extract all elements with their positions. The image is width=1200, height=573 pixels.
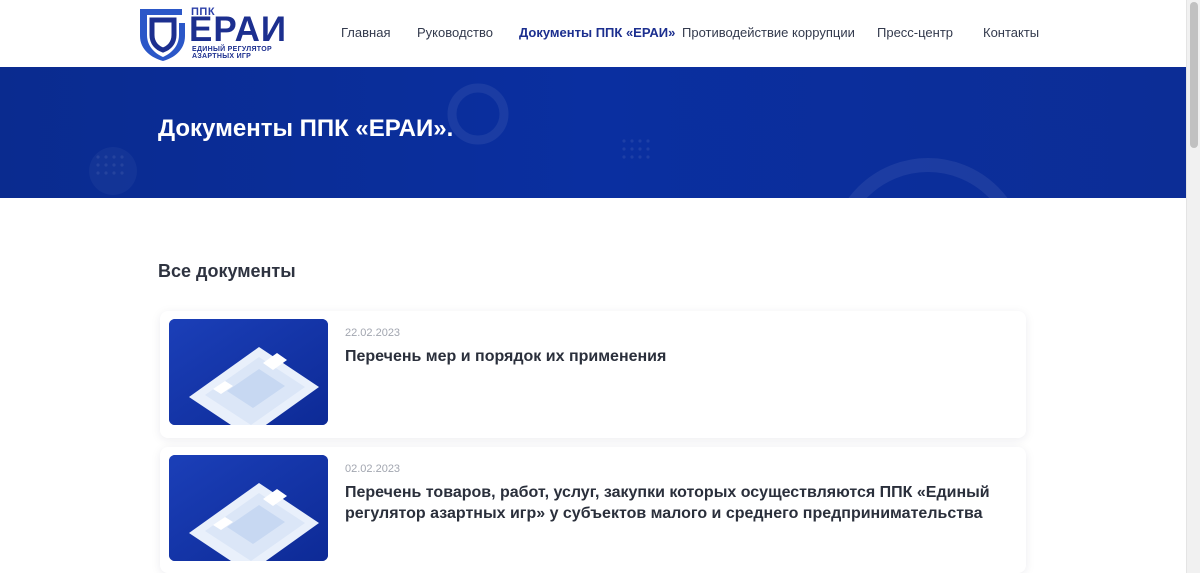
nav-item-home[interactable]: Главная <box>341 25 390 40</box>
document-title-link[interactable]: Перечень мер и порядок их применения <box>345 346 1005 367</box>
nav-item-anticorruption[interactable]: Противодействие коррупции <box>682 25 855 40</box>
document-card[interactable]: 22.02.2023 Перечень мер и порядок их при… <box>160 311 1026 438</box>
vertical-scrollbar[interactable] <box>1186 0 1200 573</box>
logo-subtitle-line1: Единый регулятор <box>192 46 272 53</box>
document-card[interactable]: 02.02.2023 Перечень товаров, работ, услу… <box>160 447 1026 573</box>
nav-item-contacts[interactable]: Контакты <box>983 25 1039 40</box>
page: ППК ЕРАИ Единый регулятор азартных игр Г… <box>0 0 1200 573</box>
document-illustration-icon <box>169 455 328 561</box>
document-title-link[interactable]: Перечень товаров, работ, услуг, закупки … <box>345 482 1005 524</box>
document-illustration-icon <box>169 319 328 425</box>
page-banner: Документы ППК «ЕРАИ». <box>0 67 1186 198</box>
logo-subtitle-line2: азартных игр <box>192 53 252 60</box>
document-thumbnail[interactable] <box>169 319 328 425</box>
main-nav: Главная Руководство Документы ППК «ЕРАИ»… <box>0 25 1186 43</box>
section-title: Все документы <box>158 261 296 281</box>
nav-item-press-center[interactable]: Пресс-центр <box>877 25 953 40</box>
nav-item-documents[interactable]: Документы ППК «ЕРАИ» <box>519 25 675 40</box>
page-title: Документы ППК «ЕРАИ». <box>158 115 454 142</box>
site-header: ППК ЕРАИ Единый регулятор азартных игр Г… <box>0 0 1186 67</box>
scrollbar-thumb[interactable] <box>1190 2 1198 148</box>
document-thumbnail[interactable] <box>169 455 328 561</box>
nav-item-management[interactable]: Руководство <box>417 25 493 40</box>
document-date: 22.02.2023 <box>345 327 401 339</box>
document-date: 02.02.2023 <box>345 463 401 475</box>
